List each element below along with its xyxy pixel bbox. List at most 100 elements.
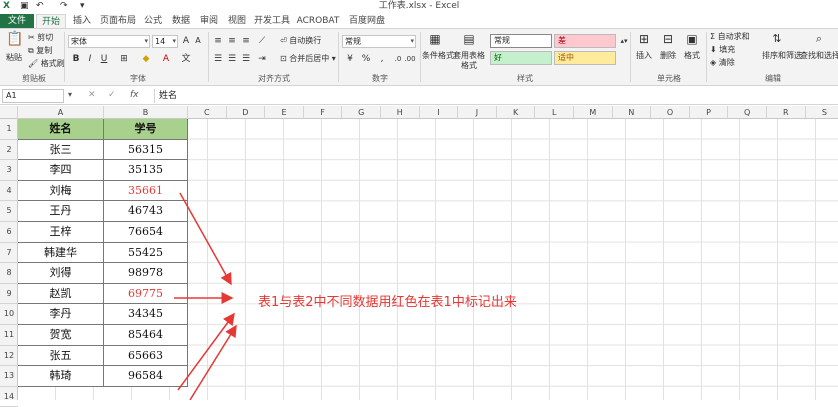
align-top-icon[interactable]: ≡ (212, 35, 224, 47)
row-header-3[interactable]: 3 (0, 160, 18, 181)
row-header-13[interactable]: 13 (0, 366, 18, 387)
row-header-8[interactable]: 8 (0, 263, 18, 284)
id-cell[interactable]: 56315 (104, 139, 188, 161)
increase-font-icon[interactable]: A (180, 35, 192, 47)
id-cell[interactable]: 35135 (104, 160, 188, 181)
delete-cells-button[interactable]: 删除 (660, 51, 676, 61)
insert-cells-button[interactable]: 插入 (636, 51, 652, 61)
column-header-g[interactable]: G (342, 106, 381, 119)
number-format-select[interactable]: 常规 ▾ (342, 35, 416, 48)
font-color-icon[interactable]: A (160, 53, 172, 65)
insert-cells-icon[interactable]: ⊞ (637, 33, 651, 49)
column-header-a[interactable]: A (18, 106, 104, 119)
clear-button[interactable]: ◈ 清除 (710, 58, 735, 68)
tab-review[interactable]: 审阅 (196, 14, 222, 28)
id-cell[interactable]: 76654 (104, 222, 188, 243)
style-normal[interactable]: 常规 (490, 34, 552, 48)
align-center-icon[interactable]: ☰ (226, 53, 238, 65)
cancel-icon[interactable]: ✕ (88, 90, 96, 100)
id-cell[interactable]: 98978 (104, 263, 188, 284)
name-cell[interactable]: 贺宽 (18, 325, 104, 346)
id-cell[interactable]: 46743 (104, 201, 188, 222)
orientation-icon[interactable]: ⟋ (256, 35, 268, 47)
column-header-h[interactable]: H (381, 106, 420, 119)
name-cell[interactable]: 李丹 (18, 304, 104, 325)
bold-icon[interactable]: B (70, 53, 82, 65)
phonetic-icon[interactable]: 文 (180, 53, 192, 65)
column-header-n[interactable]: N (613, 106, 652, 119)
row-header-2[interactable]: 2 (0, 140, 18, 161)
row-header-7[interactable]: 7 (0, 243, 18, 264)
column-header-b[interactable]: B (104, 106, 188, 119)
tab-view[interactable]: 视图 (224, 14, 250, 28)
style-bad[interactable]: 差 (554, 34, 616, 48)
tab-developer[interactable]: 开发工具 (252, 14, 292, 28)
align-middle-icon[interactable]: ≡ (226, 35, 238, 47)
enter-icon[interactable]: ✓ (108, 90, 116, 100)
autosum-button[interactable]: Σ 自动求和 (710, 32, 750, 42)
column-header-f[interactable]: F (304, 106, 343, 119)
cut-button[interactable]: ✂ 剪切 (28, 33, 53, 43)
fill-button[interactable]: ⬇ 填充 (710, 45, 735, 55)
percent-icon[interactable]: % (360, 53, 372, 65)
tab-data[interactable]: 数据 (168, 14, 194, 28)
row-header-10[interactable]: 10 (0, 304, 18, 325)
sort-filter-button[interactable]: 排序和筛选 (762, 51, 802, 61)
column-header-m[interactable]: M (574, 106, 613, 119)
formula-input[interactable]: 姓名 (154, 89, 834, 103)
underline-icon[interactable]: U (98, 53, 110, 65)
name-cell[interactable]: 张三 (18, 139, 104, 161)
tab-acrobat[interactable]: ACROBAT (294, 14, 342, 28)
style-neutral[interactable]: 适中 (554, 51, 616, 65)
align-right-icon[interactable]: ☰ (240, 53, 252, 65)
decrease-decimal-icon[interactable]: .00 (404, 53, 416, 65)
column-header-j[interactable]: J (458, 106, 497, 119)
find-select-button[interactable]: 查找和选择 (800, 51, 838, 61)
borders-icon[interactable]: ⊞ (118, 53, 130, 65)
row-header-4[interactable]: 4 (0, 181, 18, 202)
name-cell[interactable]: 赵凯 (18, 283, 104, 305)
column-header-l[interactable]: L (535, 106, 574, 119)
header-cell-id[interactable]: 学号 (104, 119, 188, 140)
name-cell[interactable]: 李四 (18, 160, 104, 181)
align-bottom-icon[interactable]: ≡ (240, 35, 252, 47)
insert-function-icon[interactable]: fx (130, 90, 139, 100)
comma-icon[interactable]: , (376, 53, 388, 65)
format-cells-button[interactable]: 格式 (684, 51, 700, 61)
row-header-5[interactable]: 5 (0, 201, 18, 222)
table-format-icon[interactable]: ▤ (462, 33, 476, 49)
sort-filter-icon[interactable]: ⇅ (770, 33, 784, 49)
column-header-k[interactable]: K (497, 106, 536, 119)
select-all-corner[interactable] (0, 106, 18, 119)
column-header-o[interactable]: O (651, 106, 690, 119)
row-header-1[interactable]: 1 (0, 119, 18, 140)
font-name-select[interactable]: 宋体 ▾ (68, 35, 150, 48)
fill-color-icon[interactable]: ◆ (140, 53, 152, 65)
delete-cells-icon[interactable]: ⊟ (661, 33, 675, 49)
name-cell[interactable]: 王丹 (18, 201, 104, 222)
name-cell[interactable]: 刘梅 (18, 180, 104, 202)
format-painter-button[interactable]: 🖌 格式刷 (28, 59, 65, 69)
find-select-icon[interactable]: ⌕ (812, 33, 826, 49)
id-cell[interactable]: 34345 (104, 304, 188, 325)
align-left-icon[interactable]: ☰ (212, 53, 224, 65)
name-cell[interactable]: 韩琦 (18, 366, 104, 387)
font-size-select[interactable]: 14 ▾ (152, 35, 178, 48)
id-cell[interactable]: 65663 (104, 345, 188, 367)
tab-home[interactable]: 开始 (36, 14, 66, 28)
column-header-p[interactable]: P (690, 106, 729, 119)
style-good[interactable]: 好 (490, 51, 552, 65)
format-cells-icon[interactable]: ▣ (685, 33, 699, 49)
name-cell[interactable]: 王梓 (18, 222, 104, 243)
name-cell[interactable]: 韩建华 (18, 242, 104, 264)
conditional-format-icon[interactable]: ▦ (428, 33, 442, 49)
styles-scroll-icon[interactable]: ▴▾ (618, 35, 630, 47)
tab-file[interactable]: 文件 (0, 14, 34, 28)
conditional-format-button[interactable]: 条件格式 (422, 51, 454, 61)
row-header-9[interactable]: 9 (0, 284, 18, 305)
decrease-font-icon[interactable]: A (192, 35, 204, 47)
name-cell[interactable]: 张五 (18, 345, 104, 367)
column-header-e[interactable]: E (265, 106, 304, 119)
row-header-14[interactable]: 14 (0, 387, 18, 407)
tab-formulas[interactable]: 公式 (140, 14, 166, 28)
